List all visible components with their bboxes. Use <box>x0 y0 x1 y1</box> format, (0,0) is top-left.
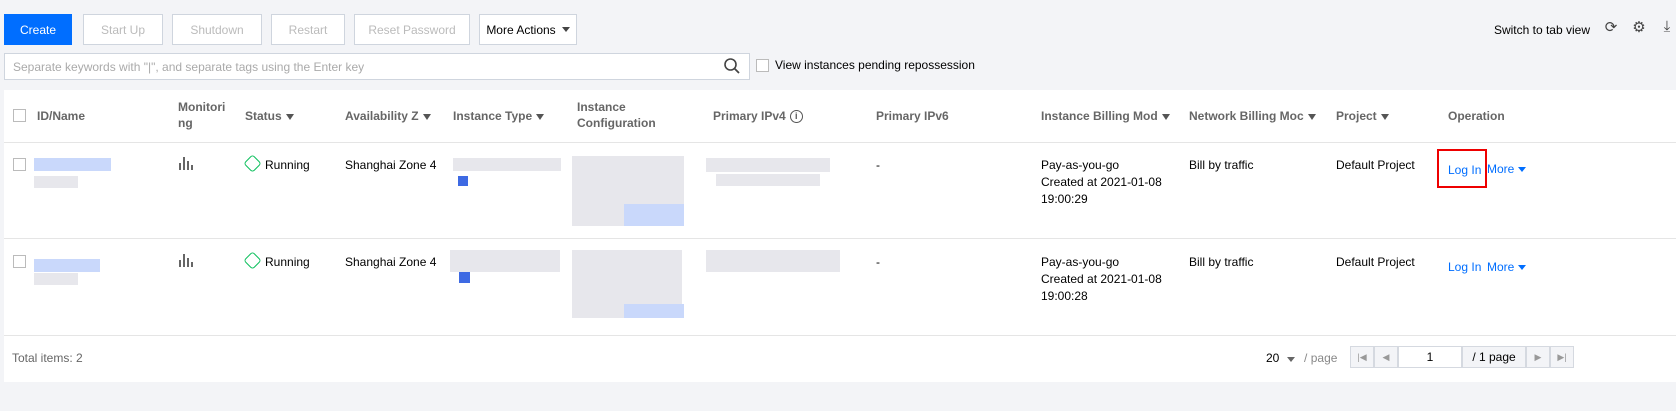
table-row: Running Shanghai Zone 4 - Pay-as-you-go … <box>4 142 1676 239</box>
ipv6-value: - <box>876 158 880 172</box>
redacted-instance-id[interactable] <box>34 259 100 272</box>
billing-mode-text: Pay-as-you-go <box>1041 158 1120 172</box>
table-row: Running Shanghai Zone 4 - Pay-as-you-go … <box>4 239 1676 336</box>
header-operation: Operation <box>1448 109 1505 123</box>
create-button[interactable]: Create <box>4 14 72 45</box>
pending-label: View instances pending repossession <box>775 58 975 72</box>
more-actions-dropdown[interactable]: More Actions <box>479 14 577 45</box>
redacted-ipv4 <box>706 158 830 172</box>
pending-checkbox[interactable] <box>756 58 769 72</box>
redacted-ipv4 <box>706 250 840 272</box>
header-ipv4: Primary IPv4 i <box>713 108 803 124</box>
zone-value: Shanghai Zone 4 <box>345 255 437 269</box>
redacted-type-badge <box>459 272 470 283</box>
next-page-button[interactable]: ▶ <box>1526 346 1550 368</box>
monitoring-chart-icon[interactable] <box>179 254 193 267</box>
filter-icon[interactable] <box>422 113 431 120</box>
download-icon[interactable]: ⤓ <box>1658 18 1676 36</box>
header-billing[interactable]: Instance Billing Mod <box>1041 108 1170 124</box>
more-dropdown[interactable]: More <box>1487 161 1527 178</box>
project-value: Default Project <box>1336 255 1415 269</box>
chevron-down-icon <box>1286 357 1295 362</box>
running-icon <box>243 251 262 270</box>
total-items: Total items: 2 <box>12 351 83 365</box>
network-billing-value: Bill by traffic <box>1189 255 1254 269</box>
project-value: Default Project <box>1336 158 1415 172</box>
redacted-ipv4-private <box>716 174 820 186</box>
status-running: Running <box>243 154 310 174</box>
pagination: |◀ ◀ 1 / 1 page ▶ ▶| <box>1350 346 1574 368</box>
created-time: 19:00:29 <box>1041 192 1088 206</box>
filter-icon[interactable] <box>285 113 294 120</box>
gear-icon[interactable]: ⚙ <box>1630 18 1648 36</box>
search-icon[interactable] <box>723 57 741 75</box>
first-page-button[interactable]: |◀ <box>1350 346 1374 368</box>
ipv6-value: - <box>876 255 880 269</box>
prev-page-button[interactable]: ◀ <box>1374 346 1398 368</box>
row-checkbox[interactable] <box>13 158 26 171</box>
page-size-select[interactable]: 20 / page <box>1266 351 1337 365</box>
table-header: ID/Name Monitori ng Status Availability … <box>4 90 1676 143</box>
header-monitoring: Monitori ng <box>178 100 226 130</box>
header-network-billing[interactable]: Network Billing Moc <box>1189 108 1316 124</box>
header-id-name: ID/Name <box>37 109 86 123</box>
header-zone[interactable]: Availability Z <box>345 108 431 124</box>
header-config: Instance Configuration <box>577 100 656 130</box>
page-number-input[interactable]: 1 <box>1398 346 1462 368</box>
created-date: Created at 2021-01-08 <box>1041 175 1162 189</box>
instance-table: ID/Name Monitori ng Status Availability … <box>4 90 1676 336</box>
login-link[interactable]: Log In <box>1448 162 1481 179</box>
start-up-button[interactable]: Start Up <box>83 14 163 45</box>
billing-mode-text: Pay-as-you-go <box>1041 255 1120 269</box>
table-footer: Total items: 2 20 / page |◀ ◀ 1 / 1 page… <box>4 336 1676 382</box>
filter-icon[interactable] <box>1161 113 1170 120</box>
info-icon[interactable]: i <box>789 110 803 124</box>
billing-mode: Pay-as-you-go Created at 2021-01-08 19:0… <box>1041 157 1162 208</box>
shutdown-button[interactable]: Shutdown <box>172 14 262 45</box>
header-instance-type[interactable]: Instance Type <box>453 108 545 124</box>
toolbar: Create Start Up Shutdown Restart Reset P… <box>4 14 1676 46</box>
redacted-instance-id[interactable] <box>34 158 111 171</box>
created-time: 19:00:28 <box>1041 289 1088 303</box>
status-running: Running <box>243 251 310 271</box>
redacted-instance-type <box>453 158 561 171</box>
redacted-instance-name <box>34 273 78 285</box>
network-billing-value: Bill by traffic <box>1189 158 1254 172</box>
chevron-down-icon <box>561 27 570 32</box>
more-dropdown[interactable]: More <box>1487 259 1527 276</box>
page-size-label: / page <box>1304 351 1338 365</box>
header-ipv6: Primary IPv6 <box>876 109 949 123</box>
switch-to-tab-view-link[interactable]: Switch to tab view <box>1494 23 1590 37</box>
select-all-checkbox[interactable] <box>13 109 26 122</box>
redacted-type-badge <box>458 176 468 186</box>
reset-password-button[interactable]: Reset Password <box>354 14 470 45</box>
login-link[interactable]: Log In <box>1448 259 1481 276</box>
running-icon <box>243 154 262 173</box>
redacted-configuration-link <box>624 304 684 318</box>
last-page-button[interactable]: ▶| <box>1550 346 1574 368</box>
billing-mode: Pay-as-you-go Created at 2021-01-08 19:0… <box>1041 254 1162 305</box>
page-total: / 1 page <box>1462 346 1526 368</box>
created-date: Created at 2021-01-08 <box>1041 272 1162 286</box>
row-checkbox[interactable] <box>13 255 26 268</box>
redacted-instance-name <box>34 176 78 188</box>
filter-icon[interactable] <box>536 113 545 120</box>
header-status[interactable]: Status <box>245 108 294 124</box>
zone-value: Shanghai Zone 4 <box>345 158 437 172</box>
pending-repossession-filter[interactable]: View instances pending repossession <box>756 58 975 72</box>
header-project[interactable]: Project <box>1336 108 1389 124</box>
search-placeholder: Separate keywords with "|", and separate… <box>13 59 365 74</box>
chevron-down-icon <box>1518 265 1527 271</box>
chevron-down-icon <box>1518 167 1527 173</box>
search-input[interactable]: Separate keywords with "|", and separate… <box>4 53 750 80</box>
more-actions-label: More Actions <box>486 22 556 37</box>
refresh-icon[interactable]: ⟳ <box>1602 18 1620 36</box>
filter-icon[interactable] <box>1380 113 1389 120</box>
redacted-instance-type <box>450 250 560 272</box>
monitoring-chart-icon[interactable] <box>179 157 193 170</box>
redacted-configuration-link <box>624 204 684 226</box>
restart-button[interactable]: Restart <box>271 14 345 45</box>
page-size-value: 20 <box>1266 351 1280 365</box>
filter-icon[interactable] <box>1307 113 1316 120</box>
